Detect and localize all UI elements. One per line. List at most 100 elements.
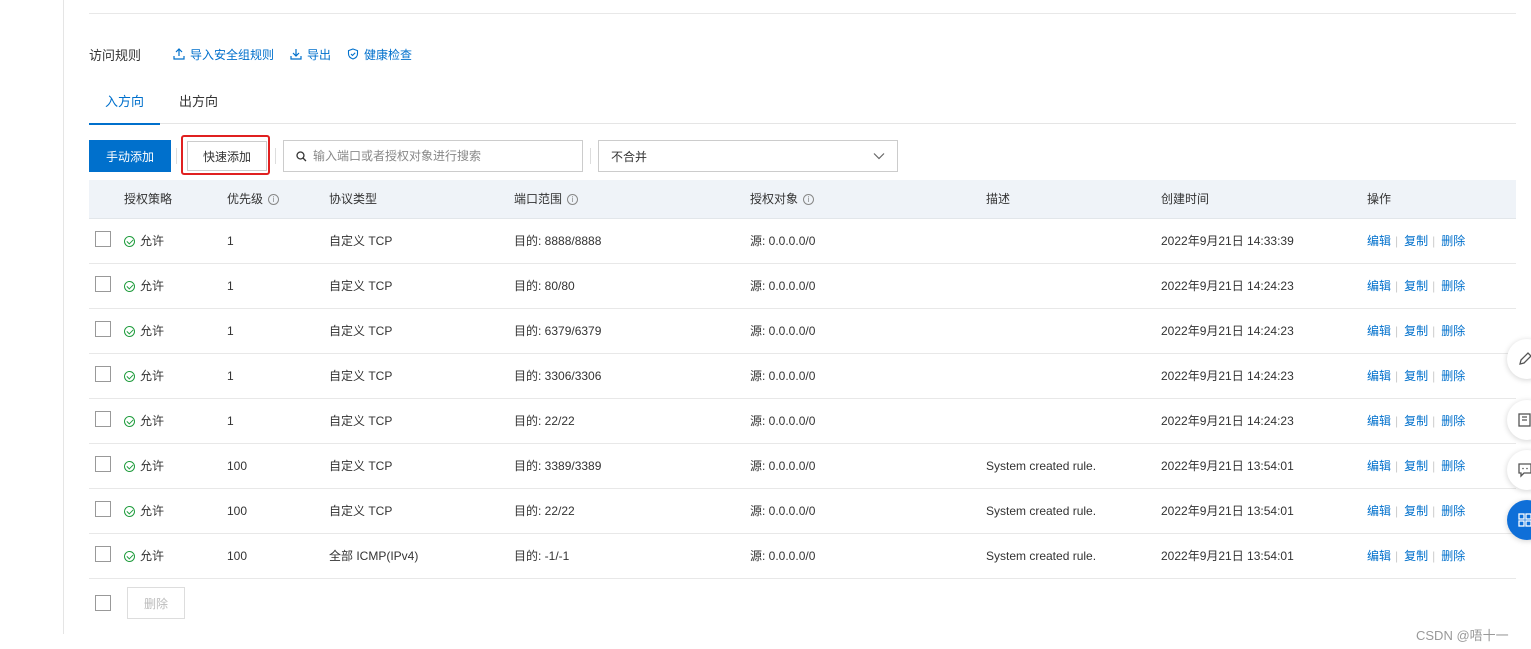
policy-cell: 允许 [124, 264, 164, 309]
row-checkbox[interactable] [95, 231, 111, 247]
edit-link[interactable]: 编辑 [1367, 354, 1391, 399]
info-icon[interactable]: i [567, 194, 579, 205]
select-all-checkbox[interactable] [95, 595, 111, 611]
policy-label: 允许 [140, 369, 165, 383]
policy-cell: 允许 [124, 444, 164, 489]
table-row: 允许 100 全部 ICMP(IPv4) 目的: -1/-1 源: 0.0.0.0/0 S… [89, 534, 1516, 579]
export-label: 导出 [307, 47, 332, 62]
edit-link[interactable]: 编辑 [1367, 309, 1391, 354]
merge-select[interactable]: 不合并 [598, 140, 898, 172]
copy-link[interactable]: 复制 [1404, 534, 1428, 579]
policy-label: 允许 [140, 324, 165, 338]
tab-inbound[interactable]: 入方向 [88, 88, 161, 125]
copy-link[interactable]: 复制 [1404, 444, 1428, 489]
copy-link[interactable]: 复制 [1404, 354, 1428, 399]
edit-link[interactable]: 编辑 [1367, 219, 1391, 264]
copy-link[interactable]: 复制 [1404, 264, 1428, 309]
delete-link[interactable]: 删除 [1441, 489, 1465, 534]
description-cell: System created rule. [986, 549, 1097, 563]
auth-object-cell: 源: 0.0.0.0/0 [750, 459, 816, 473]
row-actions: 编辑 | 复制 | 删除 [1367, 354, 1465, 399]
action-separator: | [1395, 459, 1399, 473]
table-body: 允许 1 自定义 TCP 目的: 8888/8888 源: 0.0.0.0/0 2022年… [89, 219, 1516, 579]
health-check-link[interactable]: 健康检查 [347, 46, 412, 63]
search-field[interactable] [283, 140, 583, 172]
row-checkbox[interactable] [95, 276, 111, 292]
created-time-cell: 2022年9月21日 14:24:23 [1161, 324, 1294, 338]
manual-add-button[interactable]: 手动添加 [89, 140, 171, 172]
port-range-cell: 目的: 3306/3306 [514, 369, 602, 383]
protocol-cell: 自定义 TCP [329, 504, 393, 518]
toolbar-divider [590, 148, 591, 164]
policy-cell: 允许 [124, 534, 164, 579]
info-icon[interactable]: i [803, 194, 815, 205]
row-checkbox[interactable] [95, 411, 111, 427]
row-actions: 编辑 | 复制 | 删除 [1367, 444, 1465, 489]
search-input[interactable] [312, 149, 582, 163]
auth-object-cell: 源: 0.0.0.0/0 [750, 324, 816, 338]
edit-link[interactable]: 编辑 [1367, 444, 1391, 489]
row-checkbox[interactable] [95, 321, 111, 337]
row-checkbox[interactable] [95, 456, 111, 472]
row-checkbox[interactable] [95, 546, 111, 562]
delete-link[interactable]: 删除 [1441, 534, 1465, 579]
check-circle-icon [124, 326, 135, 337]
action-separator: | [1395, 369, 1399, 383]
batch-delete-button: 删除 [127, 587, 185, 619]
created-time-cell: 2022年9月21日 14:24:23 [1161, 279, 1294, 293]
edit-link[interactable]: 编辑 [1367, 489, 1391, 534]
policy-cell: 允许 [124, 399, 164, 444]
info-icon[interactable]: i [268, 194, 280, 205]
tab-outbound[interactable]: 出方向 [179, 88, 218, 124]
edit-link[interactable]: 编辑 [1367, 399, 1391, 444]
row-checkbox[interactable] [95, 366, 111, 382]
row-actions: 编辑 | 复制 | 删除 [1367, 534, 1465, 579]
check-circle-icon [124, 506, 135, 517]
delete-link[interactable]: 删除 [1441, 264, 1465, 309]
action-separator: | [1432, 279, 1436, 293]
delete-link[interactable]: 删除 [1441, 309, 1465, 354]
port-range-cell: 目的: 80/80 [514, 279, 575, 293]
chevron-down-icon [873, 153, 885, 160]
delete-link[interactable]: 删除 [1441, 354, 1465, 399]
policy-cell: 允许 [124, 354, 164, 399]
table-row: 允许 1 自定义 TCP 目的: 8888/8888 源: 0.0.0.0/0 2022年… [89, 219, 1516, 264]
created-time-cell: 2022年9月21日 13:54:01 [1161, 549, 1294, 563]
top-divider [89, 13, 1516, 14]
policy-label: 允许 [140, 414, 165, 428]
priority-cell: 1 [227, 324, 234, 338]
protocol-cell: 自定义 TCP [329, 279, 393, 293]
col-policy: 授权策略 [124, 192, 173, 206]
delete-link[interactable]: 删除 [1441, 399, 1465, 444]
priority-cell: 100 [227, 549, 248, 563]
protocol-cell: 自定义 TCP [329, 234, 393, 248]
quick-add-button[interactable]: 快速添加 [187, 141, 267, 171]
copy-link[interactable]: 复制 [1404, 399, 1428, 444]
edit-link[interactable]: 编辑 [1367, 264, 1391, 309]
grid-icon [1518, 513, 1531, 527]
export-link[interactable]: 导出 [290, 46, 331, 63]
edit-link[interactable]: 编辑 [1367, 534, 1391, 579]
check-circle-icon [124, 236, 135, 247]
delete-link[interactable]: 删除 [1441, 444, 1465, 489]
priority-cell: 1 [227, 369, 234, 383]
copy-link[interactable]: 复制 [1404, 309, 1428, 354]
check-circle-icon [124, 281, 135, 292]
table-row: 允许 1 自定义 TCP 目的: 80/80 源: 0.0.0.0/0 2022年9月21… [89, 264, 1516, 309]
action-separator: | [1432, 324, 1436, 338]
copy-link[interactable]: 复制 [1404, 489, 1428, 534]
priority-cell: 100 [227, 504, 248, 518]
col-actions: 操作 [1367, 192, 1392, 206]
table-row: 允许 1 自定义 TCP 目的: 22/22 源: 0.0.0.0/0 2022年9月21… [89, 399, 1516, 444]
upload-icon [173, 48, 185, 60]
health-check-label: 健康检查 [364, 47, 413, 62]
policy-label: 允许 [140, 279, 165, 293]
action-separator: | [1432, 504, 1436, 518]
check-circle-icon [124, 416, 135, 427]
import-rules-link[interactable]: 导入安全组规则 [173, 46, 274, 63]
priority-cell: 1 [227, 414, 234, 428]
section-title: 访问规则 [89, 47, 142, 63]
copy-link[interactable]: 复制 [1404, 219, 1428, 264]
row-checkbox[interactable] [95, 501, 111, 517]
delete-link[interactable]: 删除 [1441, 219, 1465, 264]
